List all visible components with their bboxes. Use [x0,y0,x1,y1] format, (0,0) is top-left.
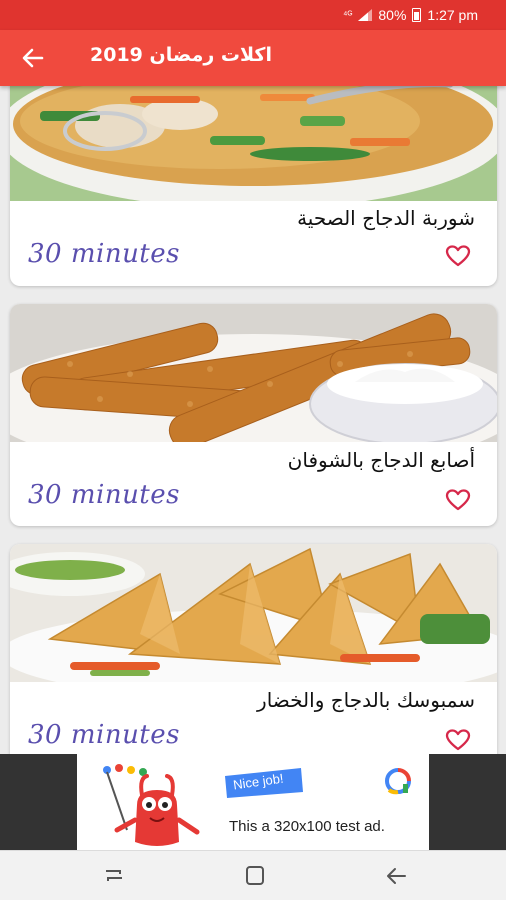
heart-outline-icon[interactable] [445,728,471,752]
system-nav-bar [0,850,506,900]
back-button[interactable] [18,44,48,72]
samosa-image [10,544,497,682]
status-icons: ⁴ᴳ 80% 1:27 pm [343,7,478,23]
recipe-time: 30 minutes [28,720,180,750]
recipe-list[interactable]: شوربة الدجاج الصحية 30 minutes أصابع الد… [0,86,506,754]
signal-icon [358,9,373,21]
heart-outline-icon[interactable] [445,488,471,512]
arrow-left-icon [22,48,44,68]
recent-apps-icon[interactable] [102,865,126,887]
recipe-card[interactable]: شوربة الدجاج الصحية 30 minutes [10,86,497,286]
status-bar: ⁴ᴳ 80% 1:27 pm [0,0,506,30]
recipe-card[interactable]: سمبوسك بالدجاج والخضار 30 minutes [10,544,497,754]
nice-job-badge: Nice job! [223,768,305,798]
ad-text: This a 320x100 test ad. [229,818,385,835]
back-icon[interactable] [385,865,409,887]
app-bar: اكلات رمضان 2019 [0,30,506,86]
recipe-time: 30 minutes [28,480,180,510]
chicken-fingers-image [10,304,497,442]
ad-mascot-icon [103,764,200,846]
recipe-time: 30 minutes [28,239,180,269]
ad-content[interactable]: Nice job! This a 320x100 test ad. [77,754,429,850]
ad-logo-icon [385,768,411,795]
page-title: اكلات رمضان 2019 [90,44,272,66]
ad-banner[interactable]: Nice job! This a 320x100 test ad. [0,754,506,850]
recipe-title: سمبوسك بالدجاج والخضار [257,688,475,712]
clock: 1:27 pm [427,7,478,23]
battery-percent: 80% [378,7,407,23]
recipe-card[interactable]: أصابع الدجاج بالشوفان 30 minutes [10,304,497,526]
recipe-title: أصابع الدجاج بالشوفان [287,448,475,472]
heart-outline-icon[interactable] [445,244,471,268]
chicken-soup-image [10,86,497,201]
battery-icon [412,8,422,22]
data-saver-icon: ⁴ᴳ [343,9,353,21]
home-icon[interactable] [243,865,267,887]
recipe-title: شوربة الدجاج الصحية [297,206,475,230]
